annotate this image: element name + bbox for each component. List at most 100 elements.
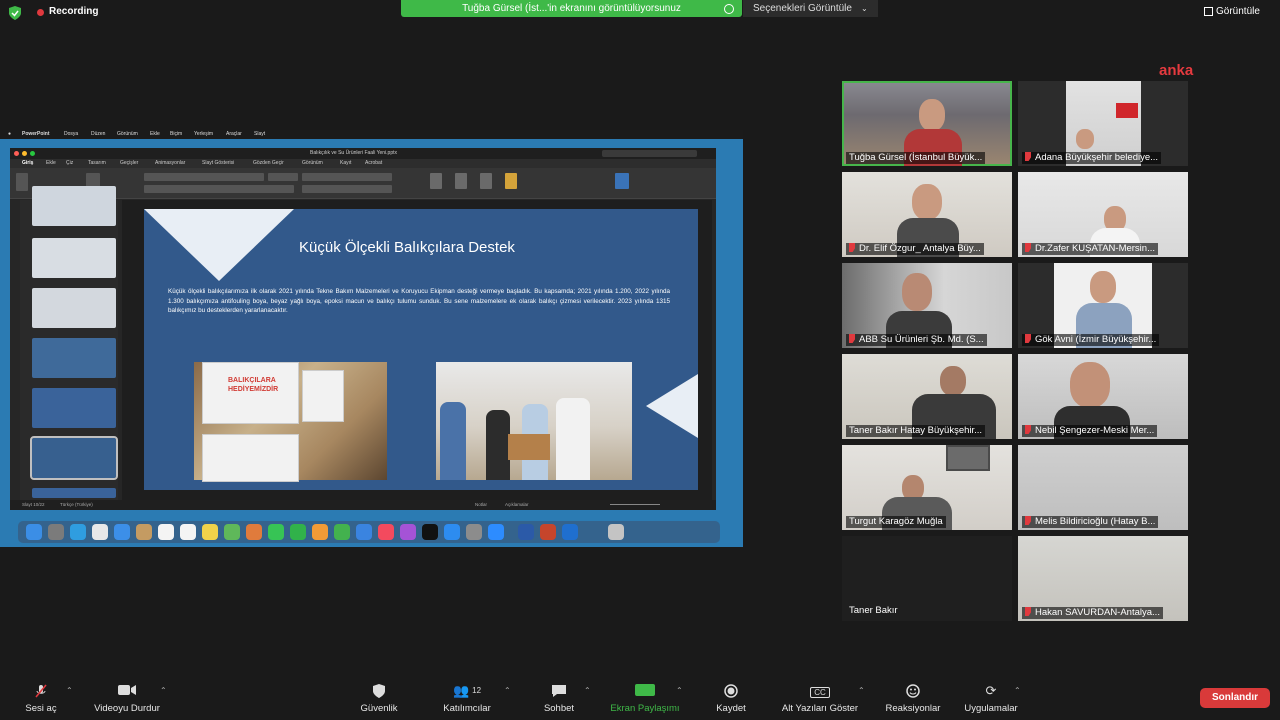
participant-tile[interactable]: Turgut Karagöz Muğla (842, 445, 1012, 530)
close-window-icon[interactable] (14, 151, 19, 156)
pause-icon[interactable] (724, 4, 734, 14)
zoom-slider[interactable] (610, 504, 660, 505)
participant-tile[interactable]: Adana Büyükşehir belediye... (1018, 81, 1188, 166)
paste-button[interactable] (16, 173, 28, 191)
mail-icon[interactable] (114, 524, 130, 540)
chevron-up-icon[interactable]: ⌃ (584, 686, 591, 695)
photos-icon[interactable] (246, 524, 262, 540)
font-name-box[interactable] (144, 173, 264, 181)
pages-icon[interactable] (312, 524, 328, 540)
safari-icon[interactable] (70, 524, 86, 540)
apps-button[interactable]: ⟳ Uygulamalar ⌃ (946, 677, 1036, 720)
security-button[interactable]: Güvenlik (334, 677, 424, 720)
participant-tile[interactable]: Hakan SAVURDAN-Antalya... (1018, 536, 1188, 621)
slide-thumbnail[interactable] (32, 238, 116, 278)
tab-animations[interactable]: Animasyonlar (155, 160, 185, 166)
tab-transitions[interactable]: Geçişler (120, 160, 138, 166)
menu-file: Dosya (64, 131, 79, 137)
participant-tile[interactable]: ABB Su Ürünleri Şb. Md. (S... (842, 263, 1012, 348)
slide-thumbnail[interactable] (32, 288, 116, 328)
settings-icon[interactable] (466, 524, 482, 540)
outlook-icon[interactable] (562, 524, 578, 540)
maps-icon[interactable] (224, 524, 240, 540)
chrome-icon[interactable] (92, 524, 108, 540)
chevron-up-icon[interactable]: ⌃ (66, 686, 73, 695)
contacts-icon[interactable] (136, 524, 152, 540)
finder-icon[interactable] (26, 524, 42, 540)
maximize-window-icon[interactable] (30, 151, 35, 156)
word-icon[interactable] (518, 524, 534, 540)
format-buttons[interactable] (144, 185, 294, 193)
comments-button[interactable]: Açıklamalar (505, 502, 529, 507)
picture-button[interactable] (505, 173, 517, 189)
reactions-button[interactable]: Reaksiyonlar (868, 677, 958, 720)
font-size-box[interactable] (268, 173, 298, 181)
current-slide[interactable]: Küçük Ölçekli Balıkçılara Destek Küçük ö… (144, 209, 698, 490)
captions-button[interactable]: CC Alt Yazıları Göster ⌃ (770, 677, 870, 720)
calendar-icon[interactable] (158, 524, 174, 540)
notes-icon[interactable] (202, 524, 218, 540)
tab-acrobat[interactable]: Acrobat (365, 160, 382, 166)
participants-button[interactable]: 👥 12 Katılımcılar ⌃ (422, 677, 512, 720)
paragraph-align-buttons[interactable] (302, 185, 392, 193)
participant-tile[interactable]: Nebil Şengezer-Meski Mer... (1018, 354, 1188, 439)
shared-screen[interactable]: ● PowerPoint Dosya Düzen Görünüm Ekle Bi… (0, 130, 743, 547)
facetime-icon[interactable] (290, 524, 306, 540)
shapes-button[interactable] (430, 173, 442, 189)
chevron-up-icon[interactable]: ⌃ (1014, 686, 1021, 695)
music-icon[interactable] (378, 524, 394, 540)
tab-view[interactable]: Görünüm (302, 160, 323, 166)
app-store-icon[interactable] (444, 524, 460, 540)
tab-insert[interactable]: Ekle (46, 160, 56, 166)
participant-tile[interactable]: Gök Avni (İzmir Büyükşehir... (1018, 263, 1188, 348)
notes-button[interactable]: Notlar (475, 502, 487, 507)
view-button[interactable]: Görüntüle (1204, 6, 1260, 17)
arrange-button[interactable] (455, 173, 467, 189)
participant-tile[interactable]: Dr. Elif Özgur_ Antalya Büy... (842, 172, 1012, 257)
tab-home[interactable]: Giriş (22, 160, 33, 166)
participant-tile[interactable]: Taner Bakır (842, 536, 1012, 621)
numbers-icon[interactable] (334, 524, 350, 540)
launchpad-icon[interactable] (48, 524, 64, 540)
view-options-dropdown[interactable]: Seçenekleri Görüntüle ⌄ (743, 0, 878, 17)
reminders-icon[interactable] (180, 524, 196, 540)
share-screen-button[interactable]: Ekran Paylaşımı ⌃ (600, 677, 690, 720)
chevron-up-icon[interactable]: ⌃ (858, 686, 865, 695)
keynote-icon[interactable] (356, 524, 372, 540)
tab-review[interactable]: Gözden Geçir (253, 160, 284, 166)
chat-button[interactable]: Sohbet ⌃ (514, 677, 604, 720)
slide-thumbnail[interactable] (32, 338, 116, 378)
slide-thumbnail-active[interactable] (30, 436, 118, 480)
slide-canvas[interactable]: Küçük Ölçekli Balıkçılara Destek Küçük ö… (122, 200, 712, 500)
tab-record[interactable]: Kayıt (340, 160, 351, 166)
slide-thumbnail[interactable] (32, 186, 116, 226)
tab-design[interactable]: Tasarım (88, 160, 106, 166)
quick-styles-button[interactable] (480, 173, 492, 189)
participant-tile[interactable]: Taner Bakır Hatay Büyükşehir... (842, 354, 1012, 439)
participant-tile[interactable]: Melis Bildiricioğlu (Hatay B... (1018, 445, 1188, 530)
messages-icon[interactable] (268, 524, 284, 540)
end-meeting-button[interactable]: Sonlandır (1200, 688, 1270, 708)
minimize-window-icon[interactable] (22, 151, 27, 156)
paragraph-buttons[interactable] (302, 173, 392, 181)
stop-video-button[interactable]: Videoyu Durdur ⌃ (82, 677, 172, 720)
tab-draw[interactable]: Çiz (66, 160, 73, 166)
participant-tile[interactable]: Dr.Zafer KUŞATAN-Mersin... (1018, 172, 1188, 257)
shield-icon[interactable] (9, 6, 21, 20)
participant-tile[interactable]: Tuğba Gürsel (İstanbul Büyük... (842, 81, 1012, 166)
chevron-up-icon[interactable]: ⌃ (676, 686, 683, 695)
zoom-app-icon[interactable] (488, 524, 504, 540)
slide-thumbnail[interactable] (32, 388, 116, 428)
unmute-button[interactable]: Sesi aç ⌃ (0, 677, 82, 720)
slide-thumbnail[interactable] (32, 488, 116, 498)
chevron-up-icon[interactable]: ⌃ (504, 686, 511, 695)
chevron-up-icon[interactable]: ⌃ (160, 686, 167, 695)
designer-button[interactable] (615, 173, 629, 189)
podcasts-icon[interactable] (400, 524, 416, 540)
trash-icon[interactable] (608, 524, 624, 540)
powerpoint-icon[interactable] (540, 524, 556, 540)
tab-slideshow[interactable]: Slayt Gösterisi (202, 160, 234, 166)
ppt-search-box[interactable] (602, 150, 697, 157)
record-button[interactable]: Kaydet (686, 677, 776, 720)
tv-icon[interactable] (422, 524, 438, 540)
